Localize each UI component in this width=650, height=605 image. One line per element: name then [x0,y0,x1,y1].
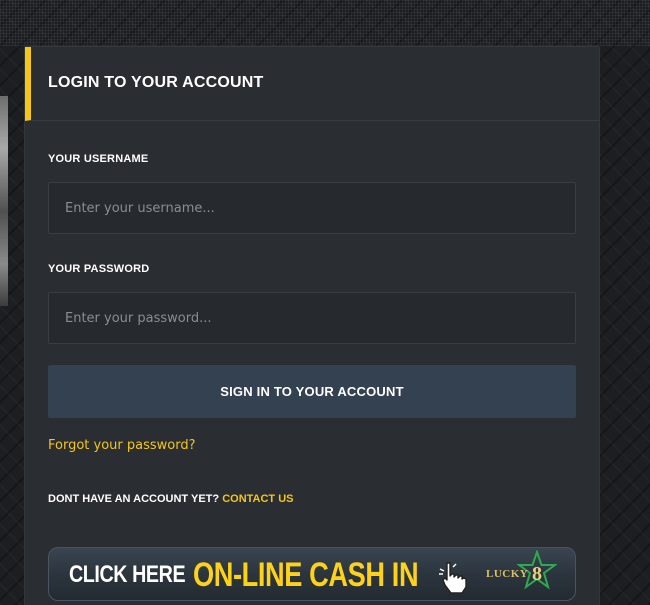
panel-header: LOGIN TO YOUR ACCOUNT [25,47,599,121]
login-panel: LOGIN TO YOUR ACCOUNT YOUR USERNAME YOUR… [24,46,600,605]
signup-prompt-text: DONT HAVE AN ACCOUNT YET? [48,493,220,505]
pointing-hand-icon [439,562,467,594]
sign-in-button[interactable]: SIGN IN TO YOUR ACCOUNT [48,365,576,418]
lucky8-logo: 8 LUCKY [481,548,571,600]
contact-us-link[interactable]: CONTACT US [222,493,293,505]
username-input[interactable] [48,182,576,234]
password-input[interactable] [48,292,576,344]
online-cash-in-banner[interactable]: CLICK HERE ON-LINE CASH IN 8 LUCKY [48,547,576,601]
svg-text:8: 8 [532,563,542,585]
banner-click-here-text: CLICK HERE [69,561,186,588]
lucky8-logo-text: LUCKY [486,568,529,580]
signup-prompt: DONT HAVE AN ACCOUNT YET? CONTACT US [48,493,293,505]
username-label: YOUR USERNAME [48,153,149,165]
forgot-password-link[interactable]: Forgot your password? [48,438,196,453]
panel-title: LOGIN TO YOUR ACCOUNT [48,74,264,91]
background-photo-edge [0,96,8,306]
banner-cash-in-text: ON-LINE CASH IN [193,556,419,594]
background-pattern-strip [0,0,650,46]
password-label: YOUR PASSWORD [48,263,150,275]
